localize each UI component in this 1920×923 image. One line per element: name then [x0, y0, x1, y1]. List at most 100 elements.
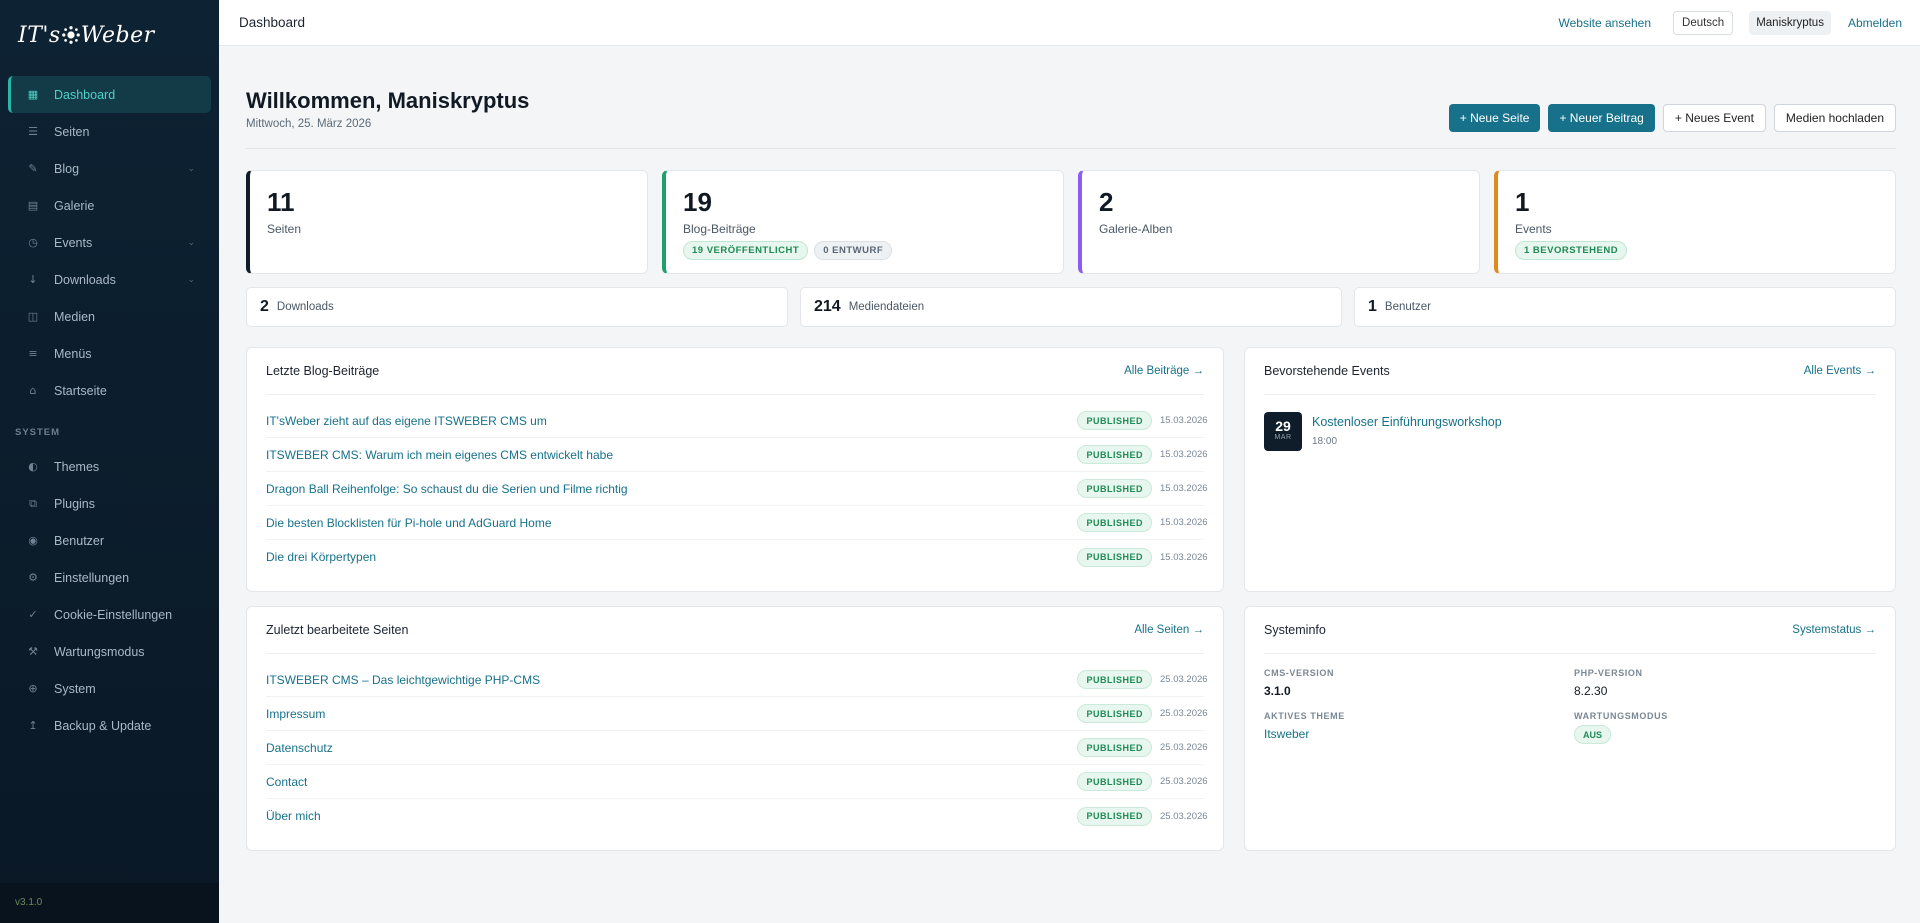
- welcome-heading: Willkommen, Maniskryptus: [246, 88, 530, 113]
- stat-card-events[interactable]: 1 Events 1 BEVORSTEHEND: [1494, 170, 1896, 274]
- stat-card-blog[interactable]: 19 Blog-Beiträge 19 VERÖFFENTLICHT 0 ENT…: [662, 170, 1064, 274]
- list-item[interactable]: ITSWEBER CMS – Das leichtgewichtige PHP-…: [266, 663, 1208, 697]
- mini-stat-downloads[interactable]: 2 Downloads: [246, 287, 788, 327]
- logout-link[interactable]: Abmelden: [1848, 16, 1902, 30]
- mini-stat-label: Mediendateien: [848, 301, 925, 313]
- stat-card-pages[interactable]: 11 Seiten: [246, 170, 648, 274]
- stat-value: 19: [683, 187, 712, 217]
- stat-label: Galerie-Alben: [1099, 222, 1173, 236]
- sidebar-item-seiten[interactable]: ☰ Seiten: [8, 113, 211, 150]
- new-event-button[interactable]: + Neues Event: [1662, 104, 1766, 132]
- system-status-link[interactable]: Systemstatus →: [1792, 624, 1876, 636]
- draft-badge: 0 ENTWURF: [814, 241, 893, 260]
- sidebar-item-downloads[interactable]: ↓ Downloads ⌄: [8, 261, 211, 298]
- sidebar-item-events[interactable]: ◷ Events ⌄: [8, 224, 211, 261]
- panel-title: Bevorstehende Events: [1264, 364, 1390, 378]
- sidebar-item-startseite[interactable]: ⌂ Startseite: [8, 372, 211, 409]
- all-pages-link[interactable]: Alle Seiten →: [1134, 624, 1204, 636]
- post-title-link[interactable]: Dragon Ball Reihenfolge: So schaust du d…: [266, 482, 1077, 496]
- theme-icon: ◐: [28, 460, 38, 473]
- chevron-down-icon: ⌄: [187, 163, 195, 174]
- list-item[interactable]: Über mich PUBLISHED 25.03.2026: [266, 799, 1208, 833]
- language-select[interactable]: Deutsch: [1673, 11, 1734, 35]
- topbar: Dashboard Website ansehen Deutsch Manisk…: [219, 0, 1920, 46]
- post-title-link[interactable]: ITSWEBER CMS: Warum ich mein eigenes CMS…: [266, 448, 1077, 462]
- panel-header: Zuletzt bearbeitete Seiten Alle Seiten →: [266, 607, 1204, 654]
- gear-icon: ⚙: [28, 571, 38, 584]
- event-title-link[interactable]: Kostenloser Einführungsworkshop: [1312, 415, 1502, 429]
- status-badge: PUBLISHED: [1077, 670, 1152, 689]
- upcoming-badge: 1 BEVORSTEHEND: [1515, 241, 1628, 260]
- active-theme-label: AKTIVES THEME: [1264, 711, 1345, 721]
- sidebar-item-galerie[interactable]: ▤ Galerie: [8, 187, 211, 224]
- list-item[interactable]: ITSWEBER CMS: Warum ich mein eigenes CMS…: [266, 438, 1208, 472]
- post-title-link[interactable]: Die besten Blocklisten für Pi-hole und A…: [266, 516, 1077, 530]
- all-events-link[interactable]: Alle Events →: [1804, 365, 1876, 377]
- post-title-link[interactable]: Die drei Körpertypen: [266, 550, 1077, 564]
- page-date: 25.03.2026: [1160, 674, 1208, 685]
- sidebar-item-cookie-einstellungen[interactable]: ✓ Cookie-Einstellungen: [8, 596, 211, 633]
- sidebar-item-backup-update[interactable]: ↥ Backup & Update: [8, 707, 211, 744]
- globe-icon: ⊕: [28, 682, 38, 695]
- stat-label: Events: [1515, 222, 1552, 236]
- mini-stat-label: Benutzer: [1384, 301, 1431, 313]
- recent-posts-panel: Letzte Blog-Beiträge Alle Beiträge → IT'…: [246, 347, 1224, 592]
- sidebar-item-menues[interactable]: ≡ Menüs: [8, 335, 211, 372]
- page-title-link[interactable]: Contact: [266, 775, 1077, 789]
- new-post-button[interactable]: + Neuer Beitrag: [1548, 104, 1655, 132]
- upload-media-button[interactable]: Medien hochladen: [1773, 104, 1896, 132]
- backup-icon: ↥: [28, 719, 38, 732]
- sidebar-item-medien[interactable]: ◫ Medien: [8, 298, 211, 335]
- mini-stat-value: 1: [1368, 298, 1377, 315]
- mini-stat-users[interactable]: 1 Benutzer: [1354, 287, 1896, 327]
- list-item[interactable]: Contact PUBLISHED 25.03.2026: [266, 765, 1208, 799]
- all-posts-link[interactable]: Alle Beiträge →: [1124, 365, 1204, 377]
- list-item[interactable]: Impressum PUBLISHED 25.03.2026: [266, 697, 1208, 731]
- active-theme-link[interactable]: Itsweber: [1264, 727, 1309, 741]
- chevron-down-icon: ⌄: [187, 237, 195, 248]
- sidebar-item-wartungsmodus[interactable]: ⚒ Wartungsmodus: [8, 633, 211, 670]
- page-title-link[interactable]: Impressum: [266, 707, 1077, 721]
- sidebar-section-system: SYSTEM: [15, 427, 61, 438]
- list-item[interactable]: Die drei Körpertypen PUBLISHED 15.03.2026: [266, 540, 1208, 574]
- post-date: 15.03.2026: [1160, 415, 1208, 426]
- sidebar-item-benutzer[interactable]: ◉ Benutzer: [8, 522, 211, 559]
- page-title: Dashboard: [239, 15, 306, 30]
- list-item[interactable]: Datenschutz PUBLISHED 25.03.2026: [266, 731, 1208, 765]
- sidebar-item-themes[interactable]: ◐ Themes: [8, 448, 211, 485]
- list-item[interactable]: Dragon Ball Reihenfolge: So schaust du d…: [266, 472, 1208, 506]
- page-date: 25.03.2026: [1160, 708, 1208, 719]
- list-item[interactable]: Die besten Blocklisten für Pi-hole und A…: [266, 506, 1208, 540]
- system-nav: ◐ Themes ⧉ Plugins ◉ Benutzer ⚙ Einstellunge…: [0, 448, 219, 744]
- page-date: 25.03.2026: [1160, 810, 1208, 822]
- post-title-link[interactable]: IT'sWeber zieht auf das eigene ITSWEBER …: [266, 414, 1077, 428]
- sidebar-item-system[interactable]: ⊕ System: [8, 670, 211, 707]
- sidebar-item-dashboard[interactable]: ▦ Dashboard: [8, 76, 211, 113]
- status-badge: PUBLISHED: [1077, 547, 1152, 567]
- status-badge: PUBLISHED: [1077, 513, 1152, 532]
- sidebar: IT's Weber ▦ Dashboard ☰ Seiten ✎ Blog ⌄ ▤ Ga…: [0, 0, 219, 923]
- post-date: 15.03.2026: [1160, 517, 1208, 528]
- logo[interactable]: IT's Weber: [0, 0, 219, 70]
- list-item[interactable]: IT'sWeber zieht auf das eigene ITSWEBER …: [266, 404, 1208, 438]
- tools-icon: ⚒: [28, 645, 38, 658]
- view-website-link[interactable]: Website ansehen: [1559, 16, 1652, 30]
- stat-value: 2: [1099, 187, 1114, 217]
- status-badge: PUBLISHED: [1077, 772, 1152, 791]
- page-title-link[interactable]: Über mich: [266, 809, 1077, 823]
- page-title-link[interactable]: Datenschutz: [266, 741, 1077, 755]
- status-badge: PUBLISHED: [1077, 738, 1152, 757]
- status-badge: PUBLISHED: [1077, 806, 1152, 826]
- sidebar-item-blog[interactable]: ✎ Blog ⌄: [8, 150, 211, 187]
- sidebar-item-plugins[interactable]: ⧉ Plugins: [8, 485, 211, 522]
- stat-label: Seiten: [267, 222, 302, 236]
- mini-stat-media[interactable]: 214 Mediendateien: [800, 287, 1342, 327]
- page-title-link[interactable]: ITSWEBER CMS – Das leichtgewichtige PHP-…: [266, 673, 1077, 687]
- new-page-button[interactable]: + Neue Seite: [1448, 104, 1541, 132]
- user-menu-button[interactable]: Maniskryptus: [1749, 11, 1831, 35]
- stat-badges: 19 VERÖFFENTLICHT 0 ENTWURF: [683, 241, 893, 260]
- stat-card-gallery[interactable]: 2 Galerie-Alben: [1078, 170, 1480, 274]
- logo-icon: [61, 26, 80, 44]
- sidebar-item-einstellungen[interactable]: ⚙ Einstellungen: [8, 559, 211, 596]
- stat-value: 11: [267, 187, 295, 217]
